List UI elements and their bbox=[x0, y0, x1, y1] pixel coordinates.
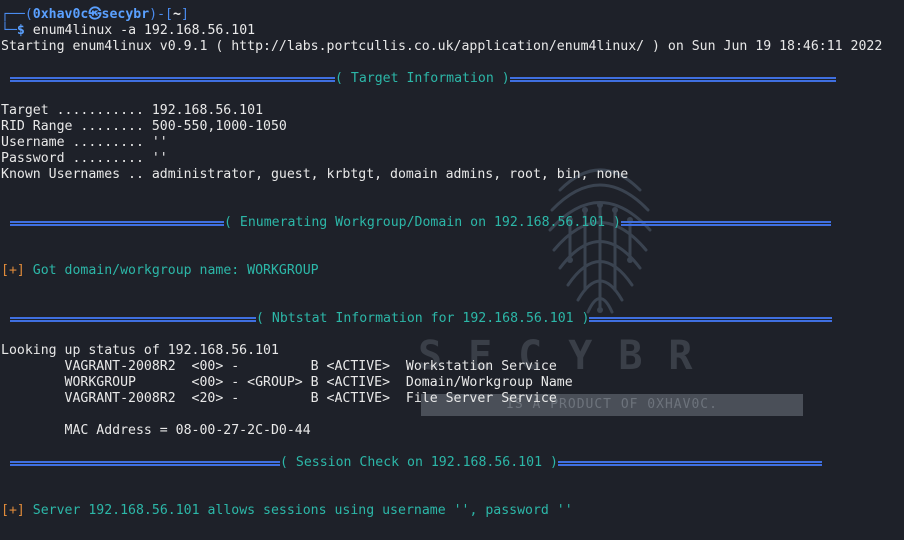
terminal-window[interactable]: ┌──(0xhav0c㉿secybr)-[~] └─$ enum4linux -… bbox=[0, 0, 904, 540]
prompt-dollar: $ bbox=[16, 23, 25, 38]
prompt-dir: ~ bbox=[173, 7, 181, 22]
workgroup-result-text: Got domain/workgroup name: WORKGROUP bbox=[32, 263, 319, 278]
command-text: enum4linux -a 192.168.56.101 bbox=[32, 23, 256, 38]
section-title-workgroup: ( Enumerating Workgroup/Domain on 192.16… bbox=[224, 215, 621, 230]
starting-line: Starting enum4linux v0.9.1 ( http://labs… bbox=[1, 39, 883, 54]
section-bar-session: ( Session Check on 192.168.56.101 ) bbox=[10, 455, 822, 471]
session-result: [+] Server 192.168.56.101 allows session… bbox=[1, 503, 573, 519]
section-title-nbtstat: ( Nbtstat Information for 192.168.56.101… bbox=[256, 311, 590, 326]
target-info-line: Username ......... '' bbox=[1, 135, 168, 150]
prompt-header: ┌──(0xhav0c㉿secybr)-[~] bbox=[1, 7, 189, 22]
session-result-text: Server 192.168.56.101 allows sessions us… bbox=[32, 503, 573, 518]
success-tag: [+] bbox=[1, 503, 25, 518]
prompt-command-line: └─$ enum4linux -a 192.168.56.101 bbox=[1, 23, 256, 38]
target-info-line: Known Usernames .. administrator, guest,… bbox=[1, 167, 629, 182]
section-title-session: ( Session Check on 192.168.56.101 ) bbox=[280, 455, 558, 470]
prompt-host: secybr bbox=[101, 7, 150, 22]
prompt-user: 0xhav0c bbox=[32, 7, 89, 22]
target-info-line: Target ........... 192.168.56.101 bbox=[1, 103, 264, 118]
section-title-target: ( Target Information ) bbox=[335, 71, 510, 86]
nbtstat-row: VAGRANT-2008R2 <00> - B <ACTIVE> Worksta… bbox=[1, 359, 557, 374]
nbtstat-row: WORKGROUP <00> - <GROUP> B <ACTIVE> Doma… bbox=[1, 375, 573, 390]
section-bar-target: ( Target Information ) bbox=[10, 71, 836, 87]
section-bar-nbtstat: ( Nbtstat Information for 192.168.56.101… bbox=[10, 311, 833, 327]
target-info-line: Password ......... '' bbox=[1, 151, 168, 166]
section-bar-workgroup: ( Enumerating Workgroup/Domain on 192.16… bbox=[10, 215, 831, 231]
nbtstat-row: VAGRANT-2008R2 <20> - B <ACTIVE> File Se… bbox=[1, 391, 557, 406]
mac-address: MAC Address = 08-00-27-2C-D0-44 bbox=[1, 423, 311, 438]
workgroup-result: [+] Got domain/workgroup name: WORKGROUP bbox=[1, 263, 319, 279]
prompt-at-icon: ㉿ bbox=[88, 7, 102, 22]
success-tag: [+] bbox=[1, 263, 25, 278]
target-info-line: RID Range ........ 500-550,1000-1050 bbox=[1, 119, 287, 134]
nbtstat-header: Looking up status of 192.168.56.101 bbox=[1, 343, 279, 358]
